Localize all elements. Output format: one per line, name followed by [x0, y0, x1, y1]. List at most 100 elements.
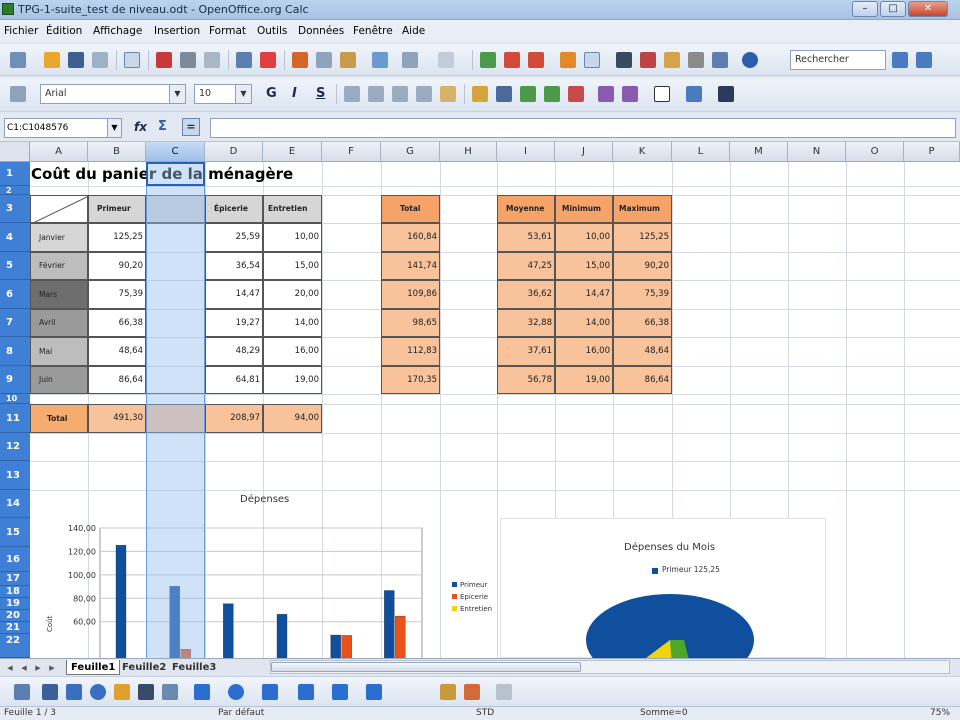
symbol-shapes-icon[interactable] — [228, 684, 244, 700]
entretien-value[interactable]: 15,00 — [263, 252, 322, 280]
stars-icon[interactable] — [366, 684, 382, 700]
total-row-primeur[interactable]: 491,30 — [88, 404, 146, 433]
spellcheck-icon[interactable] — [236, 52, 252, 68]
total-row-label[interactable]: Total — [30, 404, 88, 433]
tab-feuille1[interactable]: Feuille1 — [66, 660, 121, 675]
standard-format-icon[interactable] — [520, 86, 536, 102]
minimum-value[interactable]: 14,00 — [555, 309, 613, 337]
entretien-value[interactable]: 10,00 — [263, 223, 322, 252]
borders-icon[interactable] — [654, 86, 670, 102]
month-cell[interactable]: Mai — [30, 337, 88, 366]
styles-icon[interactable] — [10, 86, 26, 102]
header-moyenne[interactable]: Moyenne — [497, 195, 555, 223]
save-icon[interactable] — [68, 52, 84, 68]
print-preview-icon[interactable] — [204, 52, 220, 68]
open-folder-icon[interactable] — [44, 52, 60, 68]
epicerie-value[interactable]: 14,47 — [205, 280, 263, 309]
total-value[interactable]: 112,83 — [381, 337, 440, 366]
epicerie-value[interactable]: 48,29 — [205, 337, 263, 366]
new-document-icon[interactable] — [10, 52, 26, 68]
row-header-2[interactable]: 2 — [0, 186, 30, 195]
total-value[interactable]: 160,84 — [381, 223, 440, 252]
moyenne-value[interactable]: 36,62 — [497, 280, 555, 309]
extrusion-icon[interactable] — [496, 684, 512, 700]
zoom-icon[interactable] — [712, 52, 728, 68]
column-header-p[interactable]: P — [904, 142, 960, 162]
row-header-5[interactable]: 5 — [0, 252, 30, 280]
column-header-a[interactable]: A — [30, 142, 88, 162]
clone-format-icon[interactable] — [372, 52, 388, 68]
export-pdf-icon[interactable] — [156, 52, 172, 68]
epicerie-value[interactable]: 19,27 — [205, 309, 263, 337]
hyperlink-icon[interactable] — [480, 52, 496, 68]
epicerie-value[interactable]: 64,81 — [205, 366, 263, 394]
menu-outils[interactable]: Outils — [257, 25, 287, 37]
menu-format[interactable]: Format — [209, 25, 246, 37]
row-header-7[interactable]: 7 — [0, 309, 30, 337]
justify-icon[interactable] — [416, 86, 432, 102]
column-header-k[interactable]: K — [613, 142, 672, 162]
maximum-value[interactable]: 86,64 — [613, 366, 672, 394]
row-header-8[interactable]: 8 — [0, 337, 30, 366]
primeur-value[interactable]: 90,20 — [88, 252, 146, 280]
maximum-value[interactable]: 75,39 — [613, 280, 672, 309]
scrollbar-thumb[interactable] — [271, 662, 581, 672]
moyenne-value[interactable]: 47,25 — [497, 252, 555, 280]
entretien-value[interactable]: 16,00 — [263, 337, 322, 366]
spreadsheet-grid[interactable]: A B C D E F G H I J K L M N O P 1 2 3 4 … — [0, 142, 960, 658]
horizontal-scrollbar[interactable] — [270, 660, 950, 674]
bold-button[interactable]: G — [266, 86, 277, 101]
font-color-icon[interactable] — [718, 86, 734, 102]
header-maximum[interactable]: Maximum — [613, 195, 672, 223]
entretien-value[interactable]: 20,00 — [263, 280, 322, 309]
freeform-icon[interactable] — [114, 684, 130, 700]
text-icon[interactable] — [138, 684, 154, 700]
callouts-icon[interactable] — [332, 684, 348, 700]
epicerie-value[interactable]: 36,54 — [205, 252, 263, 280]
search-input[interactable]: Rechercher — [790, 50, 886, 70]
primeur-value[interactable]: 75,39 — [88, 280, 146, 309]
row-header-20[interactable]: 20 — [0, 610, 30, 622]
status-zoom[interactable]: 75% — [930, 708, 950, 718]
underline-button[interactable]: S — [316, 86, 325, 101]
row-header-17[interactable]: 17 — [0, 572, 30, 586]
month-cell[interactable]: Juin — [30, 366, 88, 394]
gallery-icon[interactable] — [664, 52, 680, 68]
data-sources-icon[interactable] — [688, 52, 704, 68]
navigator-icon[interactable] — [640, 52, 656, 68]
primeur-value[interactable]: 86,64 — [88, 366, 146, 394]
find-replace-icon[interactable] — [616, 52, 632, 68]
total-row-epicerie[interactable]: 208,97 — [205, 404, 263, 433]
background-color-icon[interactable] — [686, 86, 702, 102]
moyenne-value[interactable]: 32,88 — [497, 309, 555, 337]
minimum-value[interactable]: 19,00 — [555, 366, 613, 394]
row-header-4[interactable]: 4 — [0, 223, 30, 252]
undo-icon[interactable] — [402, 52, 418, 68]
column-header-b[interactable]: B — [88, 142, 146, 162]
percent-format-icon[interactable] — [496, 86, 512, 102]
row-header-19[interactable]: 19 — [0, 598, 30, 610]
minimize-button[interactable]: – — [852, 1, 878, 17]
tab-feuille2[interactable]: Feuille2 — [118, 660, 170, 675]
column-header-f[interactable]: F — [322, 142, 381, 162]
flowchart-icon[interactable] — [298, 684, 314, 700]
currency-format-icon[interactable] — [472, 86, 488, 102]
epicerie-value[interactable]: 25,59 — [205, 223, 263, 252]
redo-icon[interactable] — [438, 52, 454, 68]
row-header-11[interactable]: 11 — [0, 404, 30, 433]
align-right-icon[interactable] — [392, 86, 408, 102]
column-header-g[interactable]: G — [381, 142, 440, 162]
function-equals-icon[interactable]: = — [182, 118, 200, 136]
close-button[interactable]: ✕ — [908, 1, 948, 17]
font-name-select[interactable]: Arial ▼ — [40, 84, 186, 104]
header-total[interactable]: Total — [381, 195, 440, 223]
row-header-10[interactable]: 10 — [0, 394, 30, 404]
row-header-3[interactable]: 3 — [0, 195, 30, 223]
entretien-value[interactable]: 14,00 — [263, 309, 322, 337]
column-header-o[interactable]: O — [846, 142, 904, 162]
column-header-m[interactable]: M — [730, 142, 788, 162]
row-header-6[interactable]: 6 — [0, 280, 30, 309]
pie-chart[interactable] — [584, 582, 756, 658]
menu-fichier[interactable]: Fichier — [4, 25, 38, 37]
line-icon[interactable] — [42, 684, 58, 700]
